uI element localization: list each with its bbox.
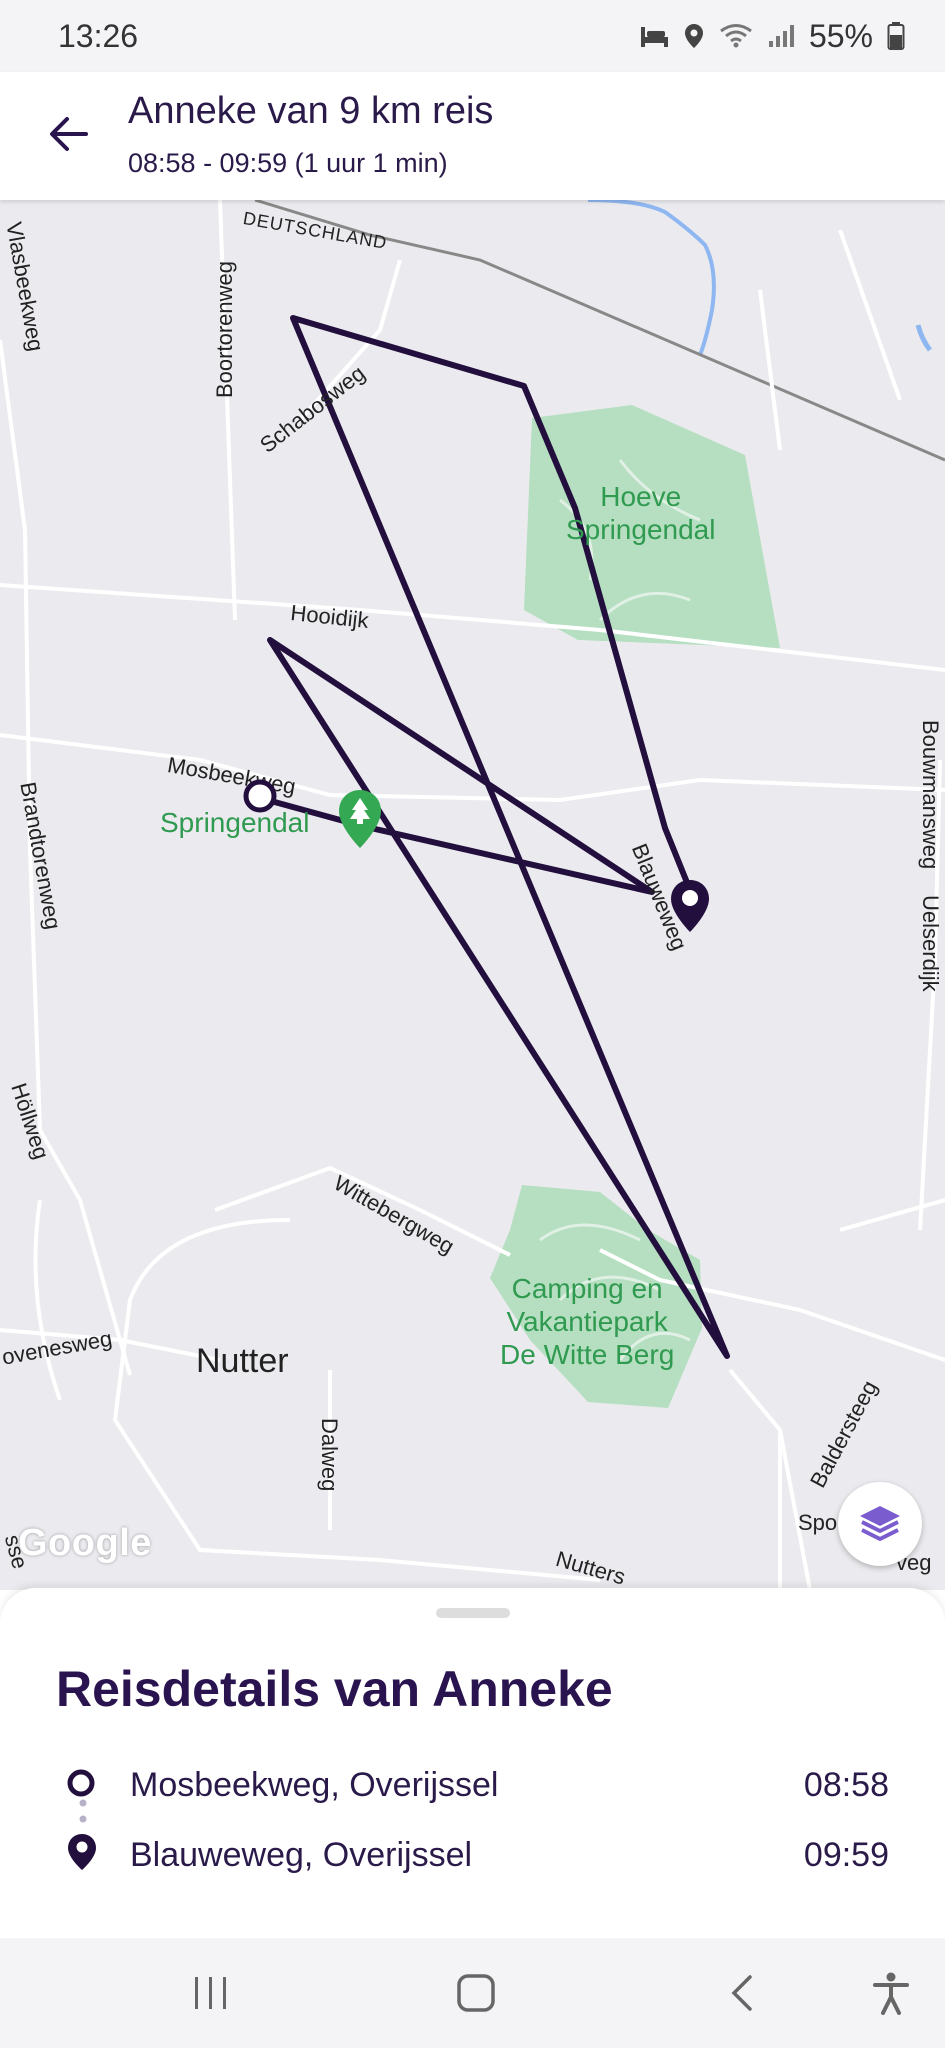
start-location: Mosbeekweg, Overijssel (130, 1766, 499, 1804)
trip-start-row: Mosbeekweg, Overijssel 08:58 (0, 1756, 945, 1816)
home-button[interactable] (451, 1968, 501, 2018)
road-label: Boortorenweg (212, 261, 237, 398)
end-location: Blauweweg, Overijssel (130, 1836, 473, 1874)
system-nav-bar (0, 1938, 945, 2048)
end-marker-icon[interactable] (668, 878, 712, 934)
park-pin-icon[interactable] (336, 788, 384, 850)
start-time: 08:58 (803, 1766, 889, 1804)
bed-icon (639, 23, 669, 49)
layers-icon (860, 1506, 900, 1541)
end-time: 09:59 (803, 1836, 889, 1874)
trip-end-row: Blauweweg, Overijssel 09:59 (0, 1826, 945, 1886)
start-point-icon (67, 1769, 95, 1797)
accessibility-icon (873, 1972, 909, 2015)
back-nav-button[interactable] (716, 1968, 766, 2018)
map-view[interactable]: DEUTSCHLAND Boortorenweg Schabosweg Hooi… (0, 200, 945, 1590)
arrow-left-icon (50, 117, 88, 151)
route-connector-dots (79, 1799, 87, 1823)
place-label: Camping en Vakantiepark De Witte Berg (500, 1273, 675, 1370)
battery-level: 55% (808, 17, 873, 54)
chevron-left-icon (731, 1975, 752, 2011)
status-time: 13:26 (58, 17, 139, 54)
signal-icon (767, 23, 795, 49)
google-logo: Google (18, 1522, 152, 1564)
battery-icon (887, 21, 905, 51)
road-label: Uelserdijk (918, 895, 943, 992)
road-label: Bouwmansweg (918, 720, 943, 870)
recents-icon (195, 1977, 226, 2009)
accessibility-button[interactable] (866, 1968, 916, 2018)
recent-apps-button[interactable] (186, 1968, 236, 2018)
road-label: Spo (798, 1510, 838, 1535)
sheet-drag-handle[interactable] (436, 1608, 510, 1618)
trip-details-title: Reisdetails van Anneke (56, 1661, 613, 1717)
start-marker-icon[interactable] (242, 778, 278, 814)
location-icon (683, 22, 705, 50)
map-layers-button[interactable] (838, 1482, 922, 1566)
status-bar: 13:26 55% (0, 0, 945, 72)
wifi-icon (719, 23, 753, 49)
place-label: Hoeve Springendal (566, 481, 716, 545)
road-label: Dalweg (317, 1418, 342, 1492)
town-label: Nutter (196, 1342, 289, 1380)
place-label: Springendal (160, 807, 310, 838)
home-icon (457, 1974, 495, 2012)
status-icons: 55% (639, 18, 905, 55)
back-button[interactable] (40, 106, 96, 162)
app-header: Anneke van 9 km reis 08:58 - 09:59 (1 uu… (0, 72, 945, 200)
end-point-icon (68, 1834, 96, 1870)
trip-time-range: 08:58 - 09:59 (1 uur 1 min) (128, 148, 448, 178)
trip-title: Anneke van 9 km reis (128, 90, 494, 132)
